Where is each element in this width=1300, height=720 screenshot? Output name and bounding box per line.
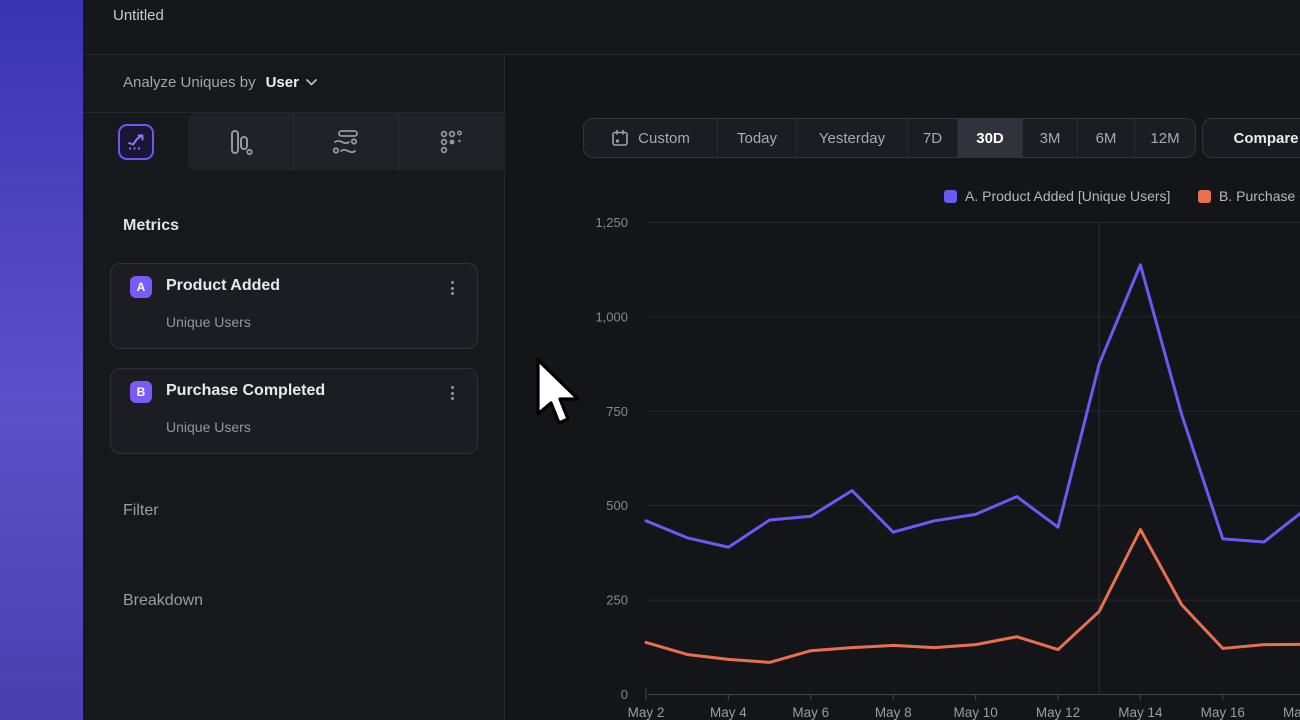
line-chart-icon — [118, 124, 154, 160]
analytics-app-window: Untitled Analyze Uniques by User — [0, 0, 1300, 720]
line-chart[interactable]: 0 250 500 750 1,000 1,250 May 2 May 4 May 6 May 8… — [505, 0, 1300, 720]
report-title[interactable]: Untitled — [113, 7, 164, 24]
svg-text:May 10: May 10 — [953, 705, 997, 720]
svg-text:500: 500 — [606, 498, 628, 513]
svg-text:May 14: May 14 — [1118, 705, 1163, 720]
tab-line-chart[interactable] — [83, 113, 188, 170]
svg-text:250: 250 — [606, 593, 628, 608]
metric-card-b[interactable]: B Purchase Completed Unique Users — [110, 368, 478, 454]
chart-type-tabs — [83, 113, 505, 170]
svg-text:May 2: May 2 — [628, 705, 665, 720]
bar-chart-icon — [228, 128, 254, 156]
svg-text:May 18: May 18 — [1283, 705, 1300, 720]
tab-bar-chart[interactable] — [188, 113, 294, 170]
metric-badge-b: B — [130, 381, 152, 403]
metric-subtitle: Unique Users — [166, 314, 251, 330]
filter-section-header: Filter — [123, 502, 159, 520]
svg-text:May 4: May 4 — [710, 705, 747, 720]
tab-flow-chart[interactable] — [294, 113, 399, 170]
analyze-label: Analyze Uniques by — [123, 74, 256, 91]
metric-title: Product Added — [166, 277, 280, 295]
kebab-menu-icon[interactable] — [443, 279, 461, 299]
metric-badge-a: A — [130, 276, 152, 298]
analyze-by-value: User — [266, 74, 299, 91]
svg-text:May 6: May 6 — [792, 705, 829, 720]
svg-text:1,250: 1,250 — [595, 215, 628, 230]
svg-text:May 16: May 16 — [1201, 705, 1245, 720]
kebab-menu-icon[interactable] — [443, 384, 461, 404]
svg-text:May 12: May 12 — [1036, 705, 1080, 720]
dot-grid-icon — [438, 128, 466, 156]
svg-text:0: 0 — [621, 687, 628, 702]
svg-text:May 8: May 8 — [875, 705, 912, 720]
metric-card-a[interactable]: A Product Added Unique Users — [110, 263, 478, 349]
svg-text:750: 750 — [606, 404, 628, 419]
svg-text:1,000: 1,000 — [595, 309, 628, 324]
query-builder-sidebar: Analyze Uniques by User — [83, 55, 505, 720]
metric-title: Purchase Completed — [166, 382, 325, 400]
metrics-section-header: Metrics — [123, 217, 179, 235]
breakdown-section-header: Breakdown — [123, 592, 203, 610]
analyze-by-dropdown[interactable]: User — [266, 74, 317, 91]
decorative-gradient-stripe — [0, 0, 83, 720]
chevron-down-icon — [306, 79, 317, 86]
metric-subtitle: Unique Users — [166, 419, 251, 435]
tab-data-grid[interactable] — [399, 113, 505, 170]
flow-icon — [331, 129, 361, 155]
analyze-row: Analyze Uniques by User — [83, 55, 505, 113]
